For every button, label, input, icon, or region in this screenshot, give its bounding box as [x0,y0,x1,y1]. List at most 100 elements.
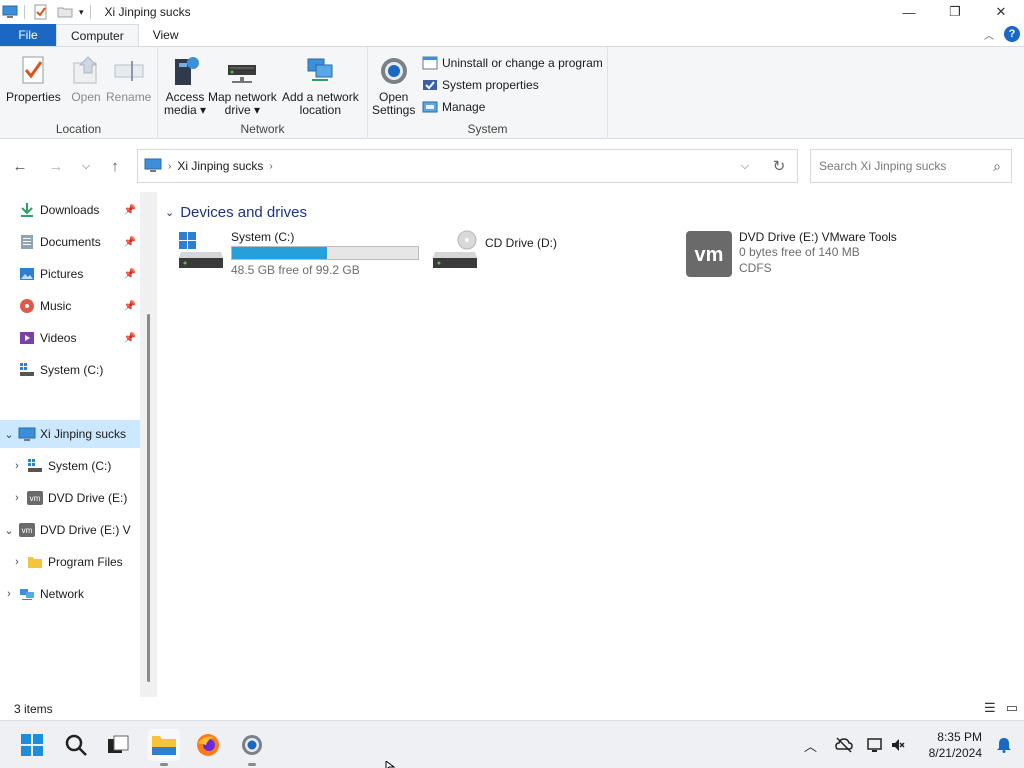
notification-bell-icon[interactable] [996,737,1012,756]
search-input[interactable]: Search Xi Jinping sucks ⌕ [810,149,1012,183]
search-icon[interactable]: ⌕ [993,158,1001,175]
nav-item-pictures[interactable]: Pictures 📌 [0,260,140,288]
help-icon[interactable]: ? [1004,26,1020,42]
task-view-button[interactable] [102,729,134,761]
properties-icon [22,56,44,84]
devices-and-drives-header[interactable]: ⌄ Devices and drives [165,204,307,221]
properties-button[interactable]: Properties [6,53,61,104]
nav-scrollbar[interactable] [140,192,157,697]
address-history-dropdown-icon[interactable]: ⌵ [729,160,761,173]
manage-button[interactable]: Manage [422,97,485,117]
address-bar[interactable]: › Xi Jinping sucks › ⌵ ↻ [137,149,798,183]
pin-icon[interactable]: 📌 [124,301,136,312]
task-view-icon [108,735,129,753]
start-button[interactable] [16,729,48,761]
collapsed-chevron-icon[interactable]: › [8,460,26,472]
collapsed-chevron-icon[interactable]: › [8,492,26,504]
firefox-icon [197,734,219,756]
taskbar-clock[interactable]: 8:35 PM 8/21/2024 [929,729,982,761]
pictures-icon [18,265,36,283]
drive-dvd-e[interactable]: vm DVD Drive (E:) VMware Tools 0 bytes f… [685,230,897,278]
tab-file[interactable]: File [0,24,56,46]
collapsed-chevron-icon[interactable]: › [8,556,26,568]
ribbon-tabs: File Computer View [0,24,1024,46]
pin-icon[interactable]: 📌 [124,269,136,280]
drive-system-c[interactable]: System (C:) 48.5 GB free of 99.2 GB [177,230,419,278]
nav-item-label: Network [40,587,85,601]
nav-item-downloads[interactable]: Downloads 📌 [0,196,140,224]
onedrive-offline-icon[interactable] [835,737,853,753]
title-bar: ▾ Xi Jinping sucks — ❐ ✕ [0,0,1024,24]
mouse-cursor-icon [385,759,396,768]
expanded-chevron-icon[interactable]: ⌄ [0,524,18,537]
nav-item-dvd-drive-e[interactable]: › vm DVD Drive (E:) [0,484,140,512]
item-count: 3 items [14,701,53,716]
this-pc-icon [2,4,18,20]
file-explorer-taskbar-button[interactable] [148,729,180,761]
close-button[interactable]: ✕ [978,0,1024,24]
tab-view[interactable]: View [139,24,193,46]
nav-item-label: Music [40,299,72,313]
pin-icon[interactable]: 📌 [124,333,136,344]
nav-item-system-c-quick[interactable]: System (C:) [0,356,140,384]
window-title: Xi Jinping sucks [104,5,191,19]
pin-icon[interactable]: 📌 [124,237,136,248]
properties-check-icon[interactable] [33,4,49,20]
breadcrumb-chevron-icon[interactable]: › [168,161,171,172]
system-properties-button[interactable]: System properties [422,75,539,95]
pin-icon[interactable]: 📌 [124,205,136,216]
recent-locations-chevron-icon[interactable]: ⌵ [76,160,96,173]
nav-item-dvd-drive-e-vmware[interactable]: ⌄ vm DVD Drive (E:) V [0,516,140,544]
firefox-taskbar-button[interactable] [192,729,224,761]
search-button[interactable] [60,729,92,761]
nav-item-system-c[interactable]: › System (C:) [0,452,140,480]
open-settings-button[interactable]: Open Settings [372,53,415,117]
tab-computer[interactable]: Computer [56,24,139,46]
refresh-icon[interactable]: ↻ [761,157,797,175]
nav-item-network[interactable]: › Network [0,580,140,608]
drive-name: System (C:) [231,230,295,244]
clock-time: 8:35 PM [937,730,982,744]
collapse-chevron-icon[interactable]: ⌄ [165,206,174,219]
map-network-drive-button[interactable]: Map network drive ▾ [208,53,277,117]
network-status-icon[interactable] [867,737,885,753]
nav-item-videos[interactable]: Videos 📌 [0,324,140,352]
back-arrow-icon[interactable]: ← [10,158,30,175]
system-drive-icon [18,361,36,379]
maximize-button[interactable]: ❐ [932,0,978,24]
new-folder-icon[interactable] [57,4,73,20]
nav-item-this-pc[interactable]: ⌄ Xi Jinping sucks [0,420,140,448]
up-arrow-icon[interactable]: ↑ [105,158,125,175]
breadcrumb-chevron-icon[interactable]: › [269,161,272,172]
breadcrumb-this-pc[interactable]: Xi Jinping sucks [177,159,263,173]
system-group: Open Settings Uninstall or change a prog… [368,47,608,139]
nav-item-documents[interactable]: Documents 📌 [0,228,140,256]
customize-toolbar-chevron-icon[interactable]: ▾ [79,7,84,18]
show-hidden-icons-chevron-icon[interactable]: ︿ [804,736,817,755]
collapse-ribbon-chevron-icon[interactable]: ︿ [984,27,994,42]
open-button[interactable]: Open [68,53,104,104]
minimize-button[interactable]: — [886,0,932,24]
expanded-chevron-icon[interactable]: ⌄ [0,428,18,441]
running-indicator [248,763,256,766]
vmware-logo-icon: vm [686,231,732,277]
content-area: ⌄ Devices and drives System (C:) 48.5 GB… [157,192,1024,697]
volume-muted-icon[interactable] [891,737,905,753]
open-icon [73,56,98,84]
large-icons-view-icon[interactable]: ▭ [1006,700,1018,716]
settings-taskbar-button[interactable] [236,729,268,761]
uninstall-program-button[interactable]: Uninstall or change a program [422,53,603,73]
rename-button[interactable]: Rename [106,53,151,104]
nav-item-program-files[interactable]: › Program Files [0,548,140,576]
forward-arrow-icon[interactable]: → [46,158,66,175]
active-indicator [160,763,168,766]
access-media-button[interactable]: Access media ▾ [164,53,206,117]
details-view-icon[interactable]: ☰ [984,700,996,716]
add-network-location-button[interactable]: Add a network location [282,53,359,117]
nav-scroll-thumb[interactable] [147,314,150,682]
collapsed-chevron-icon[interactable]: › [0,588,18,600]
drive-filesystem: CDFS [739,261,772,275]
drive-cd-d[interactable]: CD Drive (D:) [431,230,557,278]
quick-access-toolbar: ▾ [0,0,97,24]
nav-item-music[interactable]: Music 📌 [0,292,140,320]
